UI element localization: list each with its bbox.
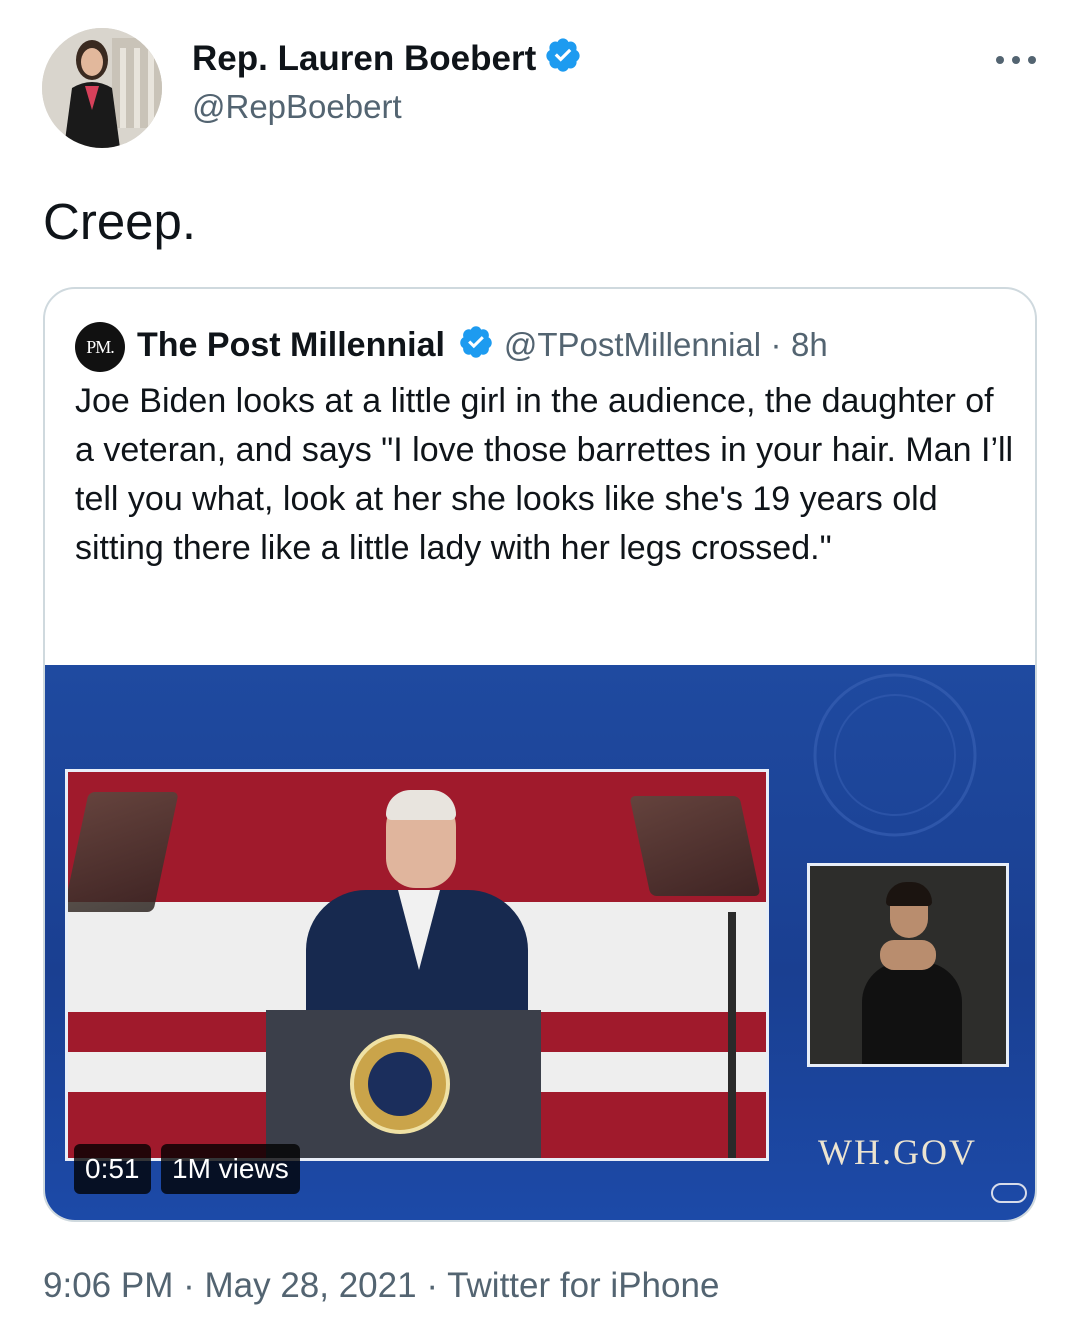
tweet-time[interactable]: 9:06 PM [43, 1266, 173, 1305]
video-watermark: WH.GOV [818, 1132, 977, 1172]
author-name[interactable]: Rep. Lauren Boebert [192, 39, 536, 78]
author-handle[interactable]: @RepBoebert [192, 88, 402, 126]
separator-dot: · [183, 1266, 195, 1305]
quote-header: The Post Millennial @TPostMillennial · 8… [137, 324, 828, 369]
verified-badge-icon [458, 324, 494, 369]
verified-badge-icon [544, 36, 582, 83]
author-name-row[interactable]: Rep. Lauren Boebert [192, 36, 582, 83]
author-avatar[interactable] [42, 28, 162, 148]
white-house-logo-icon [991, 1183, 1027, 1203]
quote-author-avatar: PM. [75, 322, 125, 372]
tweet-text: Creep. [43, 193, 197, 250]
separator-dot: · [770, 326, 782, 363]
sign-language-interpreter-inset [807, 863, 1009, 1067]
video-duration-badge: 0:51 [74, 1144, 151, 1194]
separator-dot: · [426, 1266, 438, 1305]
video-player[interactable]: WH.GOV 0:51 1M views [45, 665, 1035, 1220]
quote-text: Joe Biden looks at a little girl in the … [75, 382, 1014, 567]
tweet-meta: 9:06 PM · May 28, 2021 · Twitter for iPh… [43, 1266, 719, 1306]
presidential-seal-icon [350, 1034, 450, 1134]
podium-scene [65, 769, 769, 1161]
quote-time: 8h [791, 326, 828, 363]
more-options-button[interactable] [996, 40, 1036, 80]
eagle-emblem-watermark [813, 673, 977, 837]
tweet-date[interactable]: May 28, 2021 [204, 1266, 416, 1305]
video-views-badge: 1M views [161, 1144, 300, 1194]
quote-author-name: The Post Millennial [137, 326, 445, 364]
quoted-tweet-card[interactable]: PM. The Post Millennial @TPostMillennial… [43, 287, 1037, 1222]
quote-author-handle: @TPostMillennial [503, 326, 762, 363]
more-horizontal-icon [996, 56, 1004, 64]
tweet-source[interactable]: Twitter for iPhone [447, 1266, 719, 1305]
